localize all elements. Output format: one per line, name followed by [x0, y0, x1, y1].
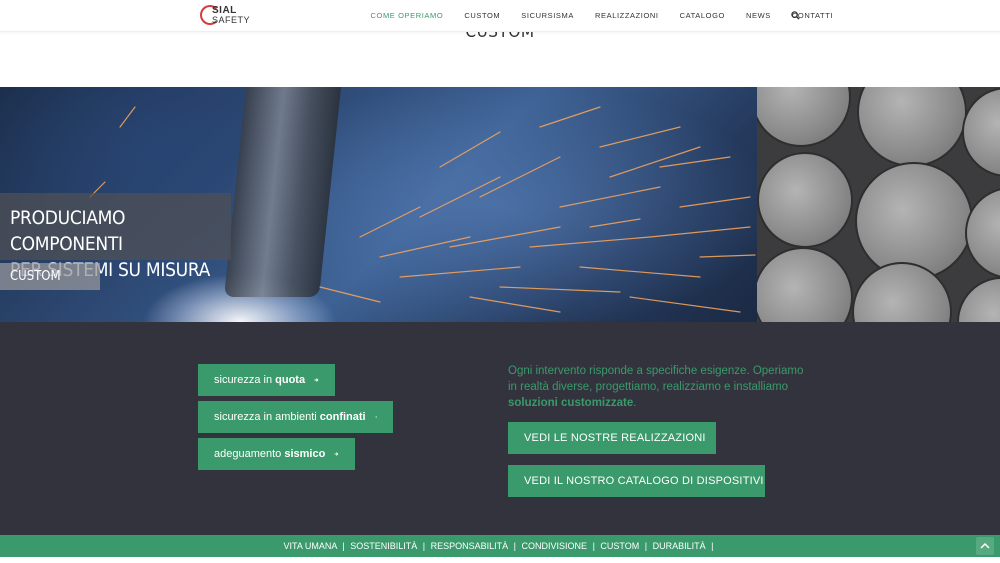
nav-item-custom[interactable]: CUSTOM — [464, 11, 500, 20]
footer-link-responsabilita[interactable]: RESPONSABILITÀ — [431, 541, 509, 551]
arrow-right-icon — [374, 416, 377, 418]
hero-banner: PRODUCIAMO COMPONENTI PER SISTEMI SU MIS… — [0, 87, 1000, 322]
button-label: sicurezza in ambienti confinati — [214, 411, 366, 423]
sicurezza-confinati-button[interactable]: sicurezza in ambienti confinati — [198, 401, 393, 433]
footer-link-vita-umana[interactable]: VITA UMANA — [283, 541, 336, 551]
button-label: sicurezza in quota — [214, 374, 306, 386]
footer-link-custom[interactable]: CUSTOM — [600, 541, 639, 551]
hero-tag: CUSTOM — [0, 263, 100, 290]
scroll-to-top-button[interactable] — [976, 537, 994, 555]
main-nav: COME OPERIAMO CUSTOM SICURSISMA REALIZZA… — [360, 0, 844, 31]
site-header: SIAL SAFETY COME OPERIAMO CUSTOM SICURSI… — [0, 0, 1000, 32]
footer-separator: | — [422, 541, 426, 551]
footer-separator: | — [644, 541, 648, 551]
hero-heading-line1: PRODUCIAMO COMPONENTI — [10, 207, 126, 255]
button-label: VEDI LE NOSTRE REALIZZAZIONI — [524, 432, 706, 444]
catalogo-button[interactable]: VEDI IL NOSTRO CATALOGO DI DISPOSITIVI — [508, 465, 765, 497]
nav-item-realizzazioni[interactable]: REALIZZAZIONI — [595, 11, 659, 20]
steel-rod-image — [962, 87, 1000, 177]
steel-rods-image — [757, 87, 1000, 322]
realizzazioni-button[interactable]: VEDI LE NOSTRE REALIZZAZIONI — [508, 422, 716, 454]
arrow-right-icon — [314, 378, 319, 382]
arrow-right-icon — [334, 452, 339, 456]
steel-rod-image — [965, 187, 1000, 279]
services-section: sicurezza in quota sicurezza in ambienti… — [0, 322, 1000, 535]
search-icon[interactable] — [791, 11, 800, 20]
footer-link-condivisione[interactable]: CONDIVISIONE — [522, 541, 588, 551]
adeguamento-sismico-button[interactable]: adeguamento sismico — [198, 438, 355, 470]
hero-heading: PRODUCIAMO COMPONENTI PER SISTEMI SU MIS… — [0, 193, 231, 281]
nav-item-catalogo[interactable]: CATALOGO — [680, 11, 725, 20]
steel-rod-image — [957, 277, 1000, 322]
footer-separator: | — [342, 541, 345, 551]
footer-link-sostenibilita[interactable]: SOSTENIBILITÀ — [350, 541, 417, 551]
steel-rod-image — [757, 87, 851, 147]
logo-text-safety: SAFETY — [212, 15, 251, 25]
footer-values-bar: VITA UMANA | SOSTENIBILITÀ | RESPONSABIL… — [0, 535, 1000, 557]
intro-text: Ogni intervento risponde a specifiche es… — [508, 365, 804, 409]
footer-separator: | — [592, 541, 595, 551]
nav-item-sicursisma[interactable]: SICURSISMA — [521, 11, 574, 20]
nav-item-come-operiamo[interactable]: COME OPERIAMO — [371, 11, 444, 20]
button-label: VEDI IL NOSTRO CATALOGO DI DISPOSITIVI — [524, 475, 764, 487]
footer-separator: | — [513, 541, 517, 551]
steel-rod-image — [757, 152, 853, 248]
footer-link-durabilita[interactable]: DURABILITÀ — [653, 541, 706, 551]
sicurezza-quota-button[interactable]: sicurezza in quota — [198, 364, 335, 396]
steel-rod-image — [757, 247, 853, 322]
steel-rod-image — [855, 162, 973, 280]
button-label: adeguamento sismico — [214, 448, 326, 460]
footer-separator: | — [711, 541, 714, 551]
sial-safety-logo[interactable]: SIAL SAFETY — [200, 3, 260, 29]
steel-rod-image — [857, 87, 967, 167]
hero-tag-label: CUSTOM — [10, 269, 61, 284]
nav-item-news[interactable]: NEWS — [746, 11, 771, 20]
chevron-up-icon — [980, 542, 990, 549]
